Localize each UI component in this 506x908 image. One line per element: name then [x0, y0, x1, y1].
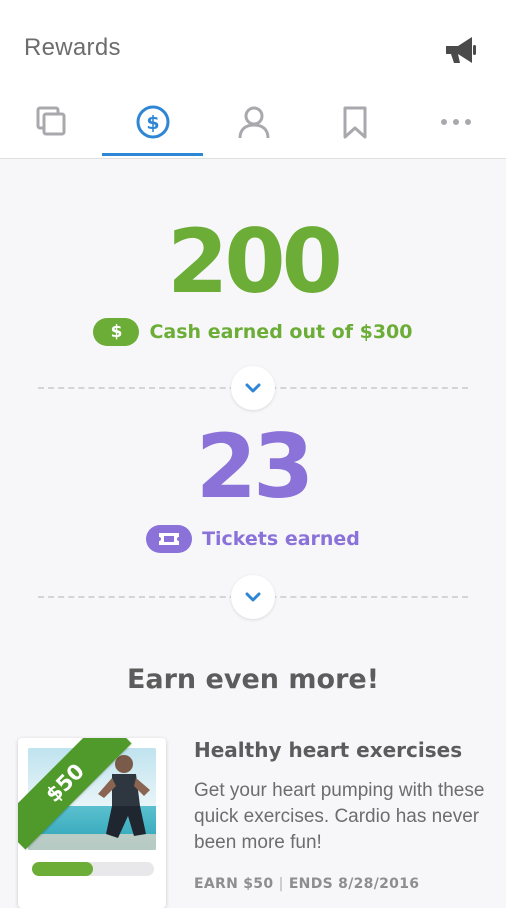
megaphone-icon[interactable] [440, 30, 480, 70]
tickets-earned-value: 23 [195, 415, 314, 518]
tickets-earned-label: Tickets earned [202, 528, 360, 550]
tab-more[interactable] [405, 98, 506, 158]
offer-description: Get your heart pumping with these quick … [194, 780, 485, 853]
page-title: Rewards [24, 34, 121, 61]
chevron-down-icon [245, 383, 261, 393]
offer-thumbnail[interactable]: $50 [18, 738, 166, 908]
person-icon [238, 106, 269, 139]
tab-bookmarks[interactable] [304, 98, 405, 158]
tickets-earned-row: Tickets earned [0, 525, 506, 553]
bookmark-icon [343, 106, 366, 139]
section-title: Earn even more! [126, 664, 380, 695]
app-header: Rewards $ [0, 0, 506, 159]
tab-copy[interactable] [0, 98, 101, 158]
expand-cash-button[interactable] [231, 366, 275, 410]
active-tab-indicator [102, 153, 203, 156]
dollar-badge-icon: $ [93, 318, 140, 346]
offer-end-date: ENDS 8/28/2016 [288, 876, 420, 892]
offer-earn-amount: EARN $50 [194, 876, 274, 892]
more-icon [440, 119, 471, 125]
tab-cash[interactable]: $ [102, 98, 203, 158]
offer-meta-separator: | [278, 876, 284, 892]
offer-title[interactable]: Healthy heart exercises [194, 738, 494, 762]
copy-icon [36, 106, 65, 136]
cash-earned-label: Cash earned out of $300 [149, 321, 413, 343]
offer-meta: EARN $50 | ENDS 8/28/2016 [194, 876, 494, 892]
tab-profile[interactable] [203, 98, 304, 158]
svg-text:$: $ [146, 112, 159, 134]
offer-image [28, 748, 156, 850]
expand-tickets-button[interactable] [231, 575, 275, 619]
dollar-circle-icon: $ [136, 105, 169, 139]
cash-earned-value: 200 [167, 210, 343, 313]
cash-earned-row: $ Cash earned out of $300 [0, 318, 506, 346]
ticket-icon [146, 525, 193, 553]
offer-progress-fill [32, 862, 93, 876]
offer-progress-bar [32, 862, 154, 876]
chevron-down-icon [245, 592, 261, 602]
